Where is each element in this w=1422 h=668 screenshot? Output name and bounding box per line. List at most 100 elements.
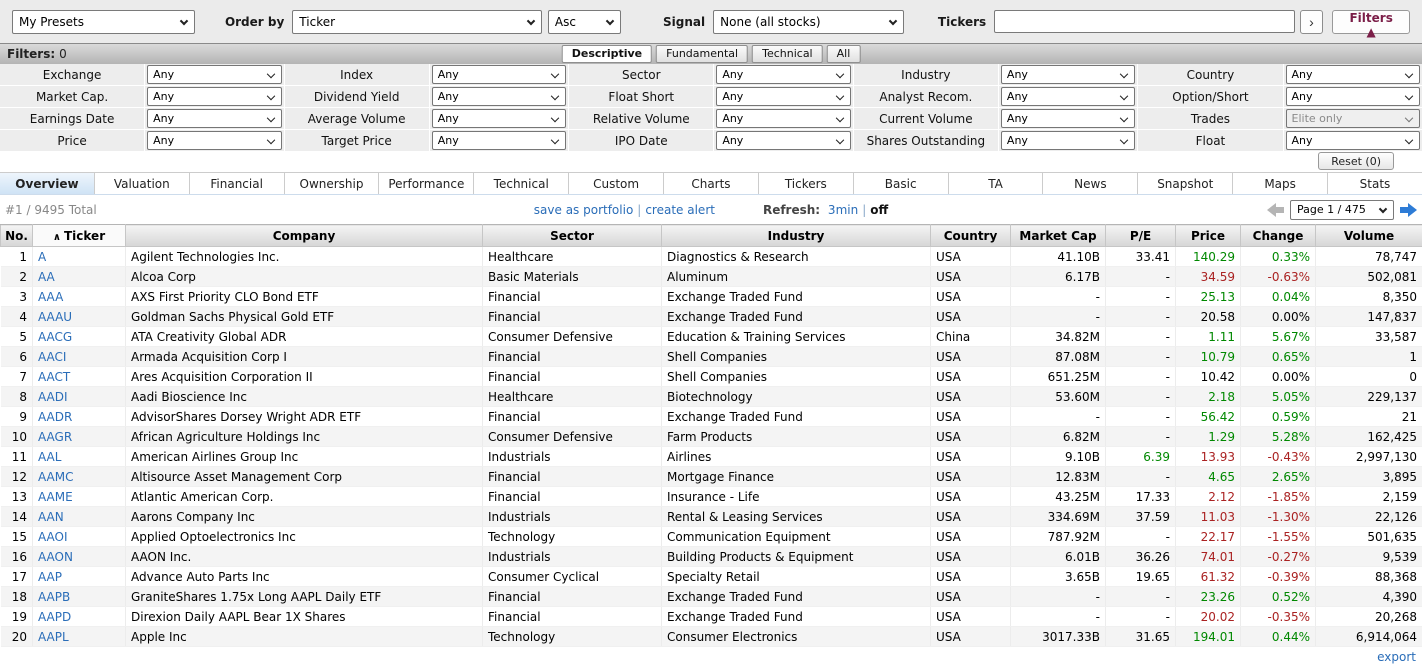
filter-select-ipo-date[interactable]: Any: [716, 131, 851, 150]
view-tab-stats[interactable]: Stats: [1328, 173, 1422, 194]
filter-tab-technical[interactable]: Technical: [752, 45, 823, 63]
cell-sector: Industrials: [482, 446, 662, 467]
ticker-link[interactable]: AAOI: [38, 530, 68, 544]
filter-select-option-short[interactable]: Any: [1285, 87, 1420, 106]
view-tab-ownership[interactable]: Ownership: [284, 173, 380, 194]
filter-tab-descriptive[interactable]: Descriptive: [561, 45, 653, 63]
ticker-link[interactable]: AACT: [38, 370, 70, 384]
ticker-link[interactable]: AAON: [38, 550, 73, 564]
ticker-link[interactable]: AAPD: [38, 610, 71, 624]
view-tab-ta[interactable]: TA: [948, 173, 1044, 194]
cell-no: 6: [0, 346, 33, 367]
next-page-button[interactable]: [1400, 202, 1417, 217]
reset-filters-button[interactable]: Reset (0): [1318, 152, 1394, 170]
filter-label-industry: Industry: [853, 64, 998, 85]
view-tab-performance[interactable]: Performance: [379, 173, 475, 194]
cell-no: 5: [0, 326, 33, 347]
column-header-change[interactable]: Change: [1240, 224, 1316, 247]
pagination: Page 1 / 475: [1267, 199, 1417, 220]
refresh-off-link[interactable]: off: [870, 203, 888, 217]
create-alert-link[interactable]: create alert: [645, 203, 715, 217]
filter-select-float-short[interactable]: Any: [716, 87, 851, 106]
column-header-volume[interactable]: Volume: [1315, 224, 1422, 247]
filter-select-average-volume[interactable]: Any: [431, 109, 567, 128]
column-header-market_cap[interactable]: Market Cap: [1010, 224, 1106, 247]
ticker-link[interactable]: AAPB: [38, 590, 70, 604]
ticker-link[interactable]: AAME: [38, 490, 73, 504]
filter-select-float[interactable]: Any: [1285, 131, 1420, 150]
ticker-link[interactable]: AAL: [38, 450, 61, 464]
column-header-price[interactable]: Price: [1175, 224, 1241, 247]
column-header-industry[interactable]: Industry: [661, 224, 931, 247]
view-tab-news[interactable]: News: [1043, 173, 1139, 194]
ticker-link[interactable]: AACG: [38, 330, 72, 344]
cell-price: 23.26: [1175, 586, 1241, 607]
filters-toggle-button[interactable]: Filters ▲: [1332, 9, 1410, 39]
ticker-link[interactable]: AAA: [38, 290, 63, 304]
filter-label-ipo-date: IPO Date: [569, 130, 714, 151]
filter-label-price: Price: [0, 130, 145, 151]
cell-price: 20.58: [1175, 306, 1241, 327]
cell-industry: Specialty Retail: [661, 566, 931, 587]
tickers-input[interactable]: [994, 10, 1295, 33]
ticker-link[interactable]: AAN: [38, 510, 64, 524]
order-by-select[interactable]: Ticker: [292, 9, 542, 34]
column-header-country[interactable]: Country: [930, 224, 1011, 247]
signal-select[interactable]: None (all stocks): [713, 9, 904, 34]
view-tab-charts[interactable]: Charts: [664, 173, 759, 194]
filter-tab-all[interactable]: All: [826, 45, 861, 63]
view-tab-technical[interactable]: Technical: [474, 173, 570, 194]
view-tab-basic[interactable]: Basic: [853, 173, 949, 194]
cell-price: 140.29: [1175, 246, 1241, 267]
prev-page-button[interactable]: [1267, 202, 1284, 217]
presets-select[interactable]: My Presets: [12, 9, 195, 34]
cell-price: 194.01: [1175, 626, 1241, 647]
ticker-link[interactable]: AAPL: [38, 630, 69, 644]
tickers-go-button[interactable]: ›: [1299, 9, 1324, 34]
view-tab-tickers[interactable]: Tickers: [758, 173, 854, 194]
ticker-link[interactable]: AAAU: [38, 310, 72, 324]
ticker-link[interactable]: AAMC: [38, 470, 73, 484]
cell-ticker: AAMC: [32, 466, 126, 487]
column-header-sector[interactable]: Sector: [482, 224, 662, 247]
refresh-interval-link[interactable]: 3min: [828, 203, 858, 217]
view-tab-maps[interactable]: Maps: [1233, 173, 1329, 194]
view-tab-custom[interactable]: Custom: [569, 173, 665, 194]
filter-select-market-cap[interactable]: Any: [147, 87, 282, 106]
ticker-link[interactable]: AAGR: [38, 430, 72, 444]
column-header-company[interactable]: Company: [125, 224, 483, 247]
filter-select-price[interactable]: Any: [147, 131, 282, 150]
ticker-link[interactable]: AAP: [38, 570, 62, 584]
column-header-label: Market Cap: [1019, 228, 1097, 243]
filter-select-exchange[interactable]: Any: [147, 65, 282, 84]
export-link[interactable]: export: [1377, 650, 1416, 664]
order-direction-select[interactable]: Asc: [547, 9, 622, 34]
filter-select-industry[interactable]: Any: [1000, 65, 1136, 84]
filter-select-dividend-yield[interactable]: Any: [431, 87, 567, 106]
filter-select-index[interactable]: Any: [431, 65, 567, 84]
view-tab-financial[interactable]: Financial: [189, 173, 285, 194]
ticker-link[interactable]: AA: [38, 270, 55, 284]
save-as-portfolio-link[interactable]: save as portfolio: [534, 203, 634, 217]
column-header-pe[interactable]: P/E: [1105, 224, 1176, 247]
page-select[interactable]: Page 1 / 475: [1290, 199, 1394, 220]
filter-select-country[interactable]: Any: [1285, 65, 1420, 84]
ticker-link[interactable]: AACI: [38, 350, 66, 364]
ticker-link[interactable]: AADR: [38, 410, 72, 424]
ticker-link[interactable]: AADI: [38, 390, 68, 404]
filter-select-target-price[interactable]: Any: [431, 131, 567, 150]
filter-select-analyst-recom[interactable]: Any: [1000, 87, 1136, 106]
view-tab-valuation[interactable]: Valuation: [94, 173, 190, 194]
filter-tab-fundamental[interactable]: Fundamental: [656, 45, 749, 63]
filter-select-earnings-date[interactable]: Any: [147, 109, 282, 128]
filter-select-current-volume[interactable]: Any: [1000, 109, 1136, 128]
column-header-no[interactable]: No.: [0, 224, 33, 247]
view-tab-overview[interactable]: Overview: [0, 173, 95, 194]
ticker-link[interactable]: A: [38, 250, 46, 264]
column-header-ticker[interactable]: ∧ Ticker: [32, 224, 126, 247]
filter-select-sector[interactable]: Any: [716, 65, 851, 84]
filter-select-shares-outstanding[interactable]: Any: [1000, 131, 1136, 150]
filter-select-relative-volume[interactable]: Any: [716, 109, 851, 128]
cell-sector: Industrials: [482, 506, 662, 527]
view-tab-snapshot[interactable]: Snapshot: [1138, 173, 1234, 194]
